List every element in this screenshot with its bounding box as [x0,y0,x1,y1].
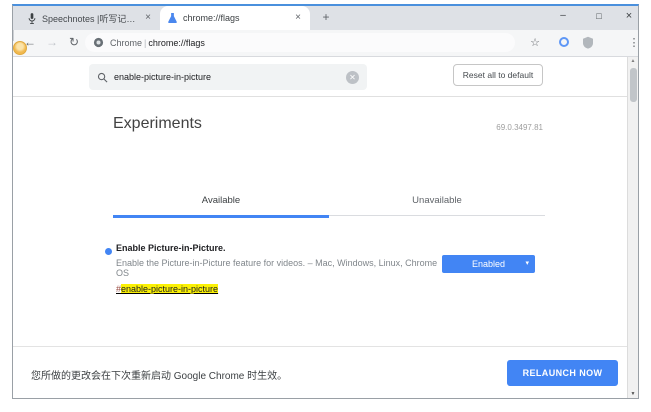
back-icon[interactable]: ← [21,33,39,51]
section-tabs: Available Unavailable [113,195,545,218]
tab-label: chrome://flags [183,13,288,23]
tab-speechnotes[interactable]: Speechnotes |听写记事本 × [20,6,160,30]
window-close-button[interactable]: × [618,6,640,28]
window-maximize-button[interactable]: □ [588,6,610,28]
clear-search-icon[interactable]: ✕ [346,71,359,84]
address-bar[interactable]: Chrome|chrome://flags [85,33,515,52]
menu-dots-icon[interactable]: ⋮ [627,34,641,50]
new-tab-button[interactable]: + [318,10,334,26]
tab-unavailable[interactable]: Unavailable [329,195,545,216]
browser-window: Speechnotes |听写记事本 × chrome://flags × + … [12,4,639,399]
scrollbar-thumb[interactable] [630,68,637,102]
url-path: chrome://flags [148,38,205,48]
url-site: Chrome [110,38,142,48]
reload-icon[interactable]: ↻ [65,33,83,51]
page-scrollbar[interactable]: ▲ ▼ [627,57,638,398]
experiment-description: Enable the Picture-in-Picture feature fo… [116,258,441,278]
tab-close-icon[interactable]: × [143,13,153,23]
screenshot-background: Speechnotes |听写记事本 × chrome://flags × + … [0,0,651,412]
tab-available[interactable]: Available [113,195,329,218]
flags-search-box[interactable]: ✕ [89,64,367,90]
tab-strip: Speechnotes |听写记事本 × chrome://flags × + … [13,6,638,30]
search-input[interactable] [114,72,340,82]
url-text: Chrome|chrome://flags [110,38,205,48]
restart-message: 您所做的更改会在下次重新启动 Google Chrome 时生效。 [31,367,287,382]
experiment-name: Enable Picture-in-Picture. [116,243,441,253]
shield-extension-icon[interactable] [581,34,595,50]
flag-bullet-icon [105,248,112,255]
scroll-up-icon[interactable]: ▲ [628,58,638,64]
select-value: Enabled [472,259,505,269]
toolbar-separator [13,30,14,41]
forward-icon: → [43,33,61,51]
chrome-version: 69.0.3497.81 [433,123,543,132]
tab-close-icon[interactable]: × [293,13,303,23]
flags-header: ✕ Reset all to default [13,57,638,97]
experiment-permalink[interactable]: #enable-picture-in-picture [116,284,218,294]
restart-bar: 您所做的更改会在下次重新启动 Google Chrome 时生效。 RELAUN… [13,346,638,398]
relaunch-now-button[interactable]: RELAUNCH NOW [507,360,618,386]
scroll-down-icon[interactable]: ▼ [628,391,638,397]
experiment-value-select[interactable]: Enabled ▾ [442,255,535,273]
search-icon [97,72,108,83]
site-info-icon[interactable] [93,37,104,48]
flask-icon [167,12,178,24]
chevron-down-icon: ▾ [525,255,529,273]
permalink-highlighted-text: enable-picture-in-picture [121,284,218,294]
window-minimize-button[interactable]: – [552,6,574,28]
page-title: Experiments [113,115,202,133]
bookmark-star-icon[interactable]: ☆ [527,34,543,50]
tab-label: Speechnotes |听写记事本 [42,12,138,25]
experiment-texts: Enable Picture-in-Picture. Enable the Pi… [116,243,441,297]
microphone-icon [27,12,37,25]
extension-ring-icon[interactable] [559,37,569,47]
reset-all-button[interactable]: Reset all to default [453,64,543,86]
tab-chrome-flags[interactable]: chrome://flags × [160,6,310,30]
browser-toolbar: ← → ↻ Chrome|chrome://flags ☆ [13,30,638,57]
flags-page: ✕ Reset all to default Experiments 69.0.… [13,57,638,398]
